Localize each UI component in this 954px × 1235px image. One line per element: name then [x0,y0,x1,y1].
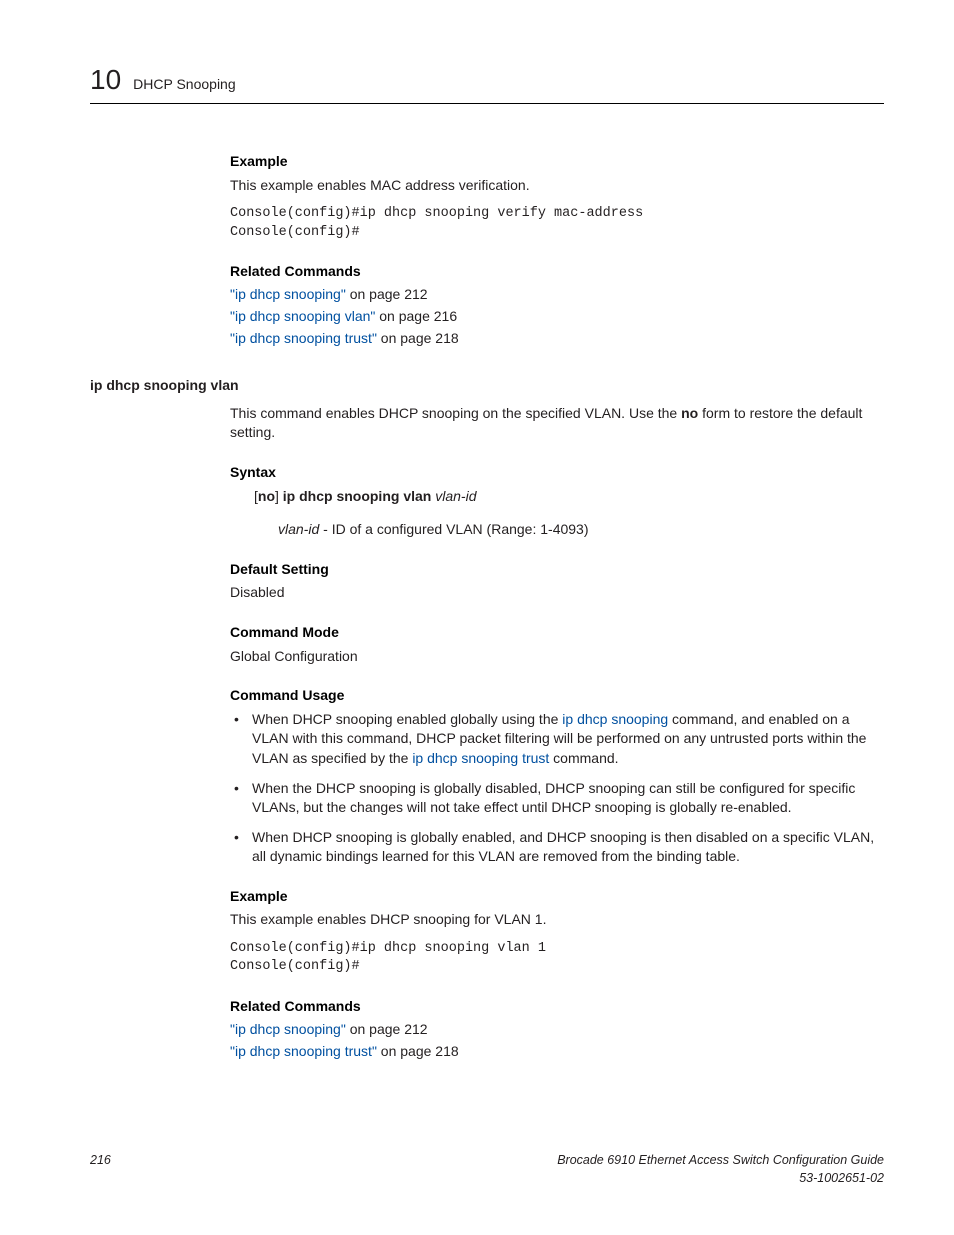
command-usage-list: When DHCP snooping enabled globally usin… [230,710,884,867]
heading-example-2: Example [230,887,884,907]
page-number: 216 [90,1152,111,1170]
parameter-description: vlan-id - ID of a configured VLAN (Range… [278,520,884,540]
xref-link[interactable]: ip dhcp snooping [562,711,668,727]
heading-related-commands: Related Commands [230,262,884,282]
syntax-line: [no] ip dhcp snooping vlan vlan-id [254,487,884,507]
related-item: "ip dhcp snooping" on page 212 [230,285,884,305]
usage-item: When the DHCP snooping is globally disab… [230,779,884,818]
command-description: This command enables DHCP snooping on th… [230,404,884,443]
default-setting-value: Disabled [230,583,884,603]
console-output-2: Console(config)#ip dhcp snooping vlan 1 … [230,940,884,976]
related-item: "ip dhcp snooping vlan" on page 216 [230,307,884,327]
usage-item: When DHCP snooping is globally enabled, … [230,828,884,867]
console-output-1: Console(config)#ip dhcp snooping verify … [230,205,884,241]
xref-rest: on page 218 [377,1043,459,1059]
syntax-bracket-close: ] [275,488,283,504]
syntax-param: vlan-id [431,488,476,504]
command-content: This command enables DHCP snooping on th… [230,404,884,1062]
xref-rest: on page 212 [346,1021,428,1037]
syntax-command: ip dhcp snooping vlan [283,488,432,504]
content-area: Example This example enables MAC address… [230,152,884,348]
xref-link[interactable]: "ip dhcp snooping vlan" [230,308,375,324]
xref-link[interactable]: "ip dhcp snooping" [230,1021,346,1037]
chapter-title: DHCP Snooping [133,75,235,95]
xref-rest: on page 212 [346,286,428,302]
xref-rest: on page 218 [377,330,459,346]
related-item: "ip dhcp snooping trust" on page 218 [230,329,884,349]
related-item: "ip dhcp snooping trust" on page 218 [230,1042,884,1062]
heading-example: Example [230,152,884,172]
heading-syntax: Syntax [230,463,884,483]
footer-doc-number: 53-1002651-02 [799,1171,884,1185]
desc-pre: This command enables DHCP snooping on th… [230,405,681,421]
related-commands-list-2: "ip dhcp snooping" on page 212 "ip dhcp … [230,1020,884,1061]
xref-rest: on page 216 [375,308,457,324]
page-header: 10 DHCP Snooping [90,60,884,104]
usage-item: When DHCP snooping enabled globally usin… [230,710,884,769]
heading-command-usage: Command Usage [230,686,884,706]
example-intro: This example enables MAC address verific… [230,176,884,196]
param-desc-text: - ID of a configured VLAN (Range: 1-4093… [319,521,588,537]
syntax-block: [no] ip dhcp snooping vlan vlan-id vlan-… [254,487,884,540]
command-name-heading: ip dhcp snooping vlan [90,376,884,396]
syntax-no: no [258,488,275,504]
footer-book-title: Brocade 6910 Ethernet Access Switch Conf… [557,1153,884,1167]
xref-link[interactable]: "ip dhcp snooping trust" [230,330,377,346]
xref-link[interactable]: "ip dhcp snooping trust" [230,1043,377,1059]
xref-link[interactable]: ip dhcp snooping trust [412,750,549,766]
usage-text-post: command. [549,750,618,766]
heading-command-mode: Command Mode [230,623,884,643]
command-mode-value: Global Configuration [230,647,884,667]
related-commands-list-1: "ip dhcp snooping" on page 212 "ip dhcp … [230,285,884,348]
page-footer: 216 Brocade 6910 Ethernet Access Switch … [90,1152,884,1187]
example-intro-2: This example enables DHCP snooping for V… [230,910,884,930]
related-item: "ip dhcp snooping" on page 212 [230,1020,884,1040]
xref-link[interactable]: "ip dhcp snooping" [230,286,346,302]
desc-bold: no [681,405,698,421]
heading-default-setting: Default Setting [230,560,884,580]
heading-related-commands-2: Related Commands [230,997,884,1017]
param-name: vlan-id [278,521,319,537]
chapter-number: 10 [90,60,121,99]
usage-text-pre: When DHCP snooping enabled globally usin… [252,711,562,727]
